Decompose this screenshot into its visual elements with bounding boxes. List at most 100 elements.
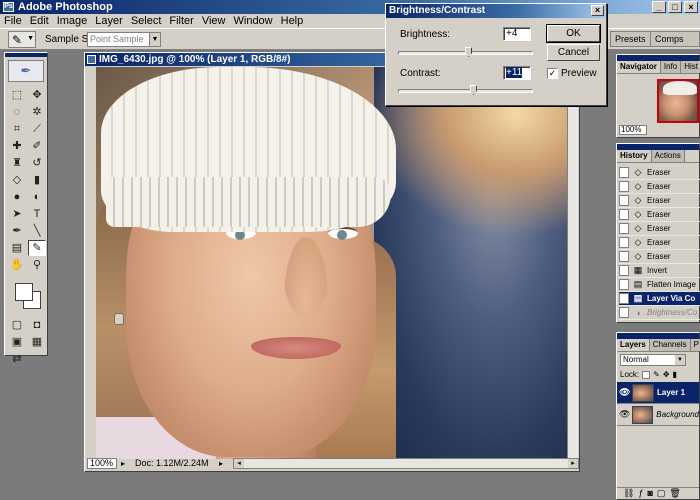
navigator-thumbnail[interactable] [657, 79, 699, 123]
close-button[interactable]: × [684, 1, 698, 13]
hand-tool-icon[interactable]: ✋ [8, 257, 26, 273]
layer-row-layer-1[interactable]: 👁 Layer 1 [617, 382, 699, 404]
history-item[interactable]: ◇ Eraser [619, 180, 700, 194]
history-brush-tool-icon[interactable]: ↺ [28, 155, 46, 171]
lasso-tool-icon[interactable]: ◌ [8, 104, 26, 120]
maximize-button[interactable]: □ [668, 1, 682, 13]
toolbox-grip[interactable] [5, 53, 47, 57]
menu-image[interactable]: Image [53, 14, 92, 28]
trash-icon[interactable]: 🗑 [669, 488, 680, 499]
menu-layer[interactable]: Layer [91, 14, 127, 28]
eraser-tool-icon[interactable]: ◇ [8, 172, 26, 188]
visibility-eye-icon[interactable]: 👁 [619, 409, 630, 420]
tab-layers[interactable]: Layers [617, 339, 650, 351]
tab-histogram[interactable]: Hist [681, 61, 700, 73]
preview-checkbox[interactable]: ✓ [547, 68, 558, 79]
menu-window[interactable]: Window [230, 14, 277, 28]
history-source-box[interactable] [619, 167, 629, 178]
brush-tool-icon[interactable]: ✐ [28, 138, 46, 154]
contrast-slider-thumb[interactable] [469, 85, 477, 95]
jump-to-imageready-icon[interactable]: ⇄ [8, 351, 26, 367]
brightness-slider-track[interactable] [398, 47, 533, 57]
history-item[interactable]: ◇ Eraser [619, 208, 700, 222]
dialog-title-bar[interactable]: Brightness/Contrast × [386, 4, 606, 18]
history-item[interactable]: ◇ Eraser [619, 222, 700, 236]
path-selection-tool-icon[interactable]: ➤ [8, 206, 26, 222]
lock-position-icon[interactable]: ✥ [663, 368, 670, 382]
status-menu-icon[interactable]: ▸ [121, 459, 131, 468]
lock-image-icon[interactable]: ✎ [653, 368, 660, 382]
navigator-zoom-field[interactable]: 100% [619, 125, 647, 135]
tab-channels[interactable]: Channels [649, 339, 691, 351]
tab-paths[interactable]: P [690, 339, 700, 351]
minimize-button[interactable]: _ [652, 1, 666, 13]
history-item-current[interactable]: ▤ Layer Via Co [619, 292, 700, 306]
tab-actions[interactable]: Actions [651, 150, 685, 162]
slice-tool-icon[interactable]: ⟋ [28, 121, 46, 137]
feather-logo[interactable]: ✒ [8, 60, 44, 82]
crop-tool-icon[interactable]: ⌗ [8, 121, 26, 137]
canvas-photo[interactable] [96, 67, 574, 459]
line-tool-icon[interactable]: ╲ [28, 223, 46, 239]
history-item[interactable]: ◇ Eraser [619, 250, 700, 264]
tool-preset-picker[interactable]: ✎ ▼ [8, 31, 36, 48]
eyedropper-tool-icon[interactable]: ✎ [28, 240, 46, 256]
history-item[interactable]: ◇ Eraser [619, 166, 700, 180]
blend-mode-select[interactable]: Normal ▼ [620, 354, 686, 366]
scroll-left-icon[interactable]: ◂ [234, 458, 244, 468]
gradient-tool-icon[interactable]: ▮ [28, 172, 46, 188]
clone-stamp-tool-icon[interactable]: ♜ [8, 155, 26, 171]
lock-transparency-checkbox[interactable] [642, 371, 651, 379]
history-source-box[interactable] [619, 307, 629, 318]
contrast-input[interactable]: +11 [503, 66, 531, 80]
layer-row-background[interactable]: 👁 Background [617, 404, 699, 426]
history-source-box[interactable] [619, 279, 629, 290]
horizontal-scrollbar[interactable]: ◂ ▸ [233, 457, 579, 469]
history-source-box[interactable] [619, 237, 629, 248]
dialog-close-button[interactable]: × [591, 5, 604, 16]
cancel-button[interactable]: Cancel [547, 44, 600, 61]
comps-tab[interactable]: Comps [650, 31, 700, 47]
history-source-box[interactable] [619, 181, 629, 192]
menu-file[interactable]: File [0, 14, 26, 28]
history-source-box[interactable] [619, 265, 629, 276]
history-source-box[interactable] [619, 223, 629, 234]
menu-edit[interactable]: Edit [26, 14, 53, 28]
blur-tool-icon[interactable]: ● [8, 189, 26, 205]
lock-all-icon[interactable]: ▮ [673, 368, 677, 382]
quick-mask-mode-icon[interactable]: ◘ [28, 317, 46, 333]
history-item[interactable]: ▤ Flatten Image [619, 278, 700, 292]
presets-tab[interactable]: Presets [610, 31, 651, 47]
magic-wand-tool-icon[interactable]: ✲ [28, 104, 46, 120]
marquee-tool-icon[interactable]: ⬚ [8, 87, 26, 103]
history-source-box[interactable] [619, 209, 629, 220]
brightness-input[interactable]: +4 [503, 27, 531, 41]
tab-info[interactable]: Info [660, 61, 682, 73]
menu-help[interactable]: Help [277, 14, 308, 28]
history-source-box[interactable] [619, 293, 629, 304]
standard-mode-icon[interactable]: ▢ [8, 317, 26, 333]
full-screen-mode-icon[interactable]: ▦ [28, 334, 46, 350]
healing-brush-tool-icon[interactable]: ✚ [8, 138, 26, 154]
type-tool-icon[interactable]: T [28, 206, 46, 222]
menu-view[interactable]: View [198, 14, 230, 28]
menu-filter[interactable]: Filter [165, 14, 197, 28]
history-item[interactable]: ◇ Eraser [619, 194, 700, 208]
brightness-slider-thumb[interactable] [465, 47, 473, 57]
tab-history[interactable]: History [617, 150, 652, 162]
move-tool-icon[interactable]: ✥ [28, 87, 46, 103]
scroll-right-icon[interactable]: ▸ [568, 458, 578, 468]
info-menu-arrow-icon[interactable]: ▸ [219, 459, 229, 468]
screen-mode-icon[interactable]: ▣ [8, 334, 26, 350]
history-source-box[interactable] [619, 195, 629, 206]
history-item[interactable]: ◑ Brightness/Co [619, 306, 700, 320]
dodge-tool-icon[interactable]: ◐ [28, 189, 46, 205]
tab-navigator[interactable]: Navigator [617, 61, 661, 73]
notes-tool-icon[interactable]: ▤ [8, 240, 26, 256]
contrast-slider-track[interactable] [398, 85, 533, 95]
new-layer-icon[interactable]: ▢ [657, 488, 666, 499]
zoom-field[interactable]: 100% [87, 457, 117, 469]
history-item[interactable]: ▦ Invert [619, 264, 700, 278]
menu-select[interactable]: Select [127, 14, 166, 28]
zoom-tool-icon[interactable]: ⚲ [28, 257, 46, 273]
